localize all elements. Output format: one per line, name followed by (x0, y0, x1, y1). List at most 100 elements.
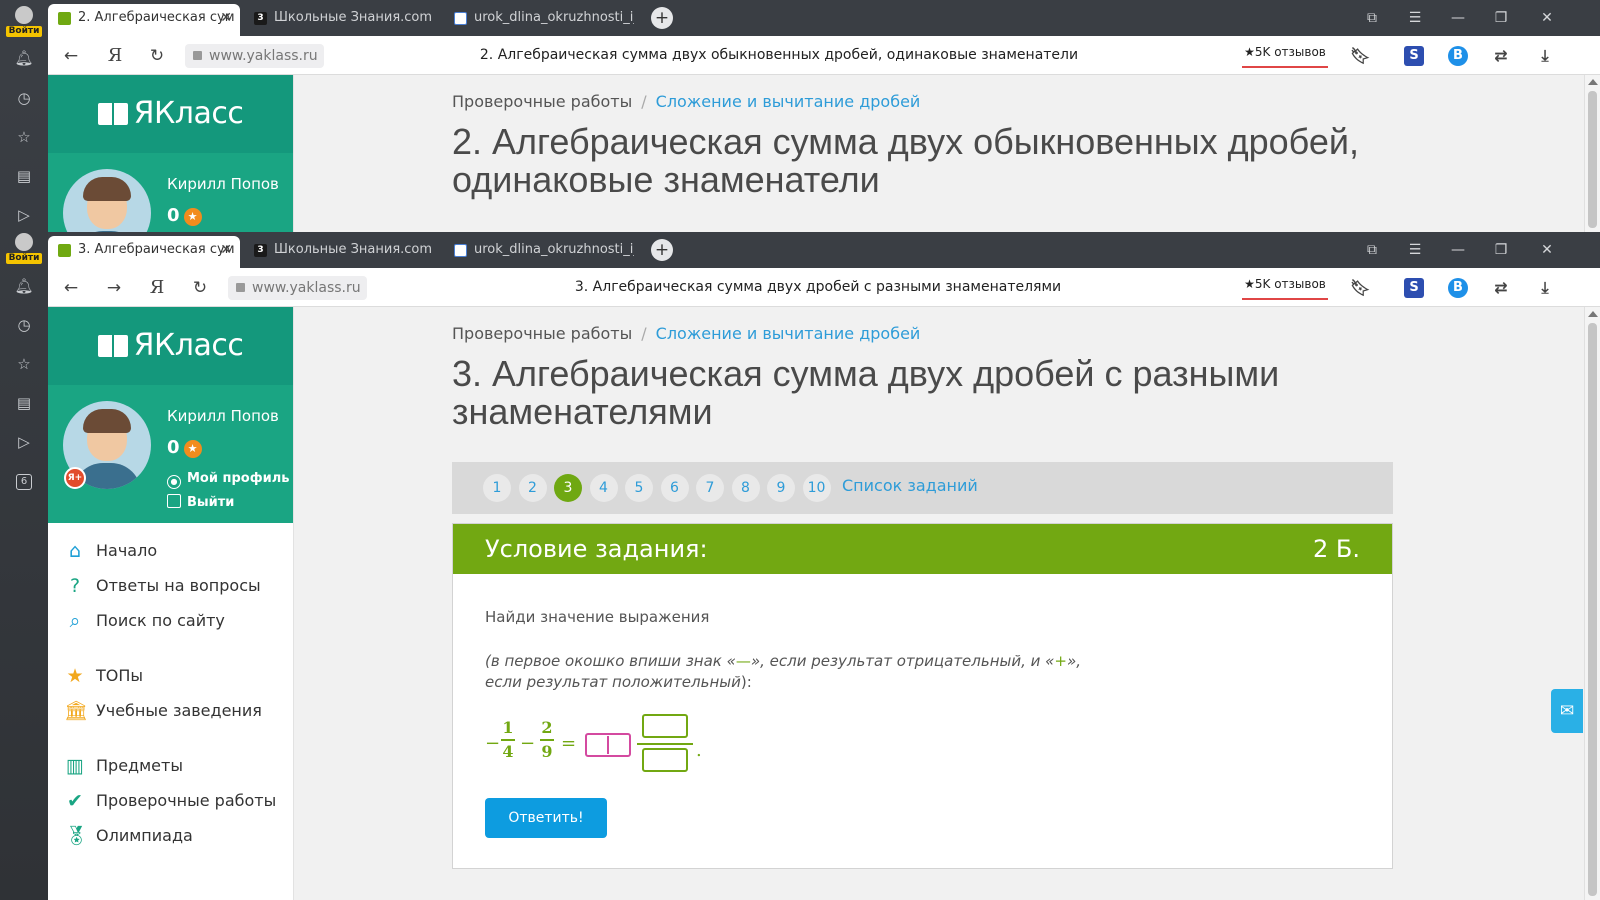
tab-document[interactable]: urok_dlina_okruzhnosti_i_p (444, 4, 634, 36)
star-icon[interactable]: ☆ (14, 354, 34, 374)
sidebar-item-1[interactable]: ⌂ Начало (48, 533, 294, 568)
site-logo[interactable]: ЯКласс (48, 75, 293, 153)
user-login-button-1[interactable]: Войти (6, 4, 42, 44)
user-login-button-2[interactable]: Войти (6, 231, 42, 271)
restore-icon[interactable]: ❐ (1486, 232, 1516, 268)
user-name[interactable]: Кирилл Попов (167, 407, 279, 425)
numerator-input[interactable] (642, 714, 688, 738)
close-window-icon[interactable]: ✕ (1532, 232, 1562, 268)
sidebar-item-7[interactable]: ✔ Проверочные работы (48, 783, 294, 818)
new-tab-button[interactable]: + (651, 239, 673, 261)
breadcrumb-root[interactable]: Проверочные работы (452, 324, 632, 343)
sidebar-item-5[interactable]: 🏛︎ Учебные заведения (48, 693, 294, 728)
play-icon[interactable]: ▷ (14, 432, 34, 452)
scroll-thumb[interactable] (1588, 91, 1597, 228)
bell-icon[interactable]: 🔔︎ (14, 276, 34, 296)
sidebar-item-3[interactable]: ⌕ Поиск по сайту (48, 603, 294, 638)
breadcrumb-section[interactable]: Сложение и вычитание дробей (656, 92, 921, 111)
page-8-button[interactable]: 8 (731, 474, 760, 502)
download-icon[interactable]: ⤓ (1535, 46, 1555, 66)
logout-link[interactable]: Выйти (167, 494, 234, 510)
ext-b-icon[interactable]: B (1448, 46, 1468, 66)
reload-icon[interactable]: ↻ (188, 276, 212, 300)
page-2-button[interactable]: 2 (518, 474, 547, 502)
task-list-link[interactable]: Список заданий (842, 476, 978, 495)
counter-icon[interactable]: 6 (16, 474, 32, 490)
sidebar-item-6[interactable]: ▥ Предметы (48, 748, 294, 783)
close-window-icon[interactable]: ✕ (1532, 0, 1562, 36)
url-text: www.yaklass.ru (252, 280, 361, 296)
tab-active[interactable]: 2. Алгебраическая сум ✕ (48, 4, 240, 36)
restore-icon[interactable]: ❐ (1486, 0, 1516, 36)
scrollbar[interactable] (1584, 307, 1600, 900)
bell-icon[interactable]: 🔔︎ (14, 48, 34, 68)
yandex-icon[interactable]: Я (145, 276, 169, 300)
sidebar-item-8[interactable]: 🏅︎ Олимпиада (48, 818, 294, 853)
url-field[interactable]: www.yaklass.ru (185, 44, 324, 68)
history-icon[interactable]: ◷ (14, 88, 34, 108)
menu-icon[interactable]: ☰ (1400, 232, 1430, 268)
yandex-icon[interactable]: Я (103, 44, 127, 68)
scroll-thumb[interactable] (1588, 323, 1597, 896)
translate-icon[interactable]: ⇄ (1491, 46, 1511, 66)
history-icon[interactable]: ◷ (14, 315, 34, 335)
denominator-input[interactable] (642, 748, 688, 772)
reviews-badge[interactable]: ★5K отзывов (1242, 42, 1328, 68)
back-icon[interactable]: ← (59, 44, 83, 68)
download-icon[interactable]: ⤓ (1535, 278, 1555, 298)
reviews-badge[interactable]: ★5K отзывов (1242, 274, 1328, 300)
new-tab-button[interactable]: + (651, 7, 673, 29)
fraction-2-numerator: 2 (541, 718, 553, 737)
notes-icon[interactable]: ▤ (14, 393, 34, 413)
page-6-button[interactable]: 6 (660, 474, 689, 502)
ext-b-icon[interactable]: B (1448, 278, 1468, 298)
premium-badge[interactable]: Я+ (64, 467, 86, 489)
minimize-icon[interactable]: — (1443, 232, 1473, 268)
page-4-button[interactable]: 4 (589, 474, 618, 502)
sidebar-item-4[interactable]: ★ ТОПы (48, 658, 294, 693)
page-3-button[interactable]: 3 (554, 474, 582, 502)
my-profile-link[interactable]: ● Мой профиль (167, 471, 289, 489)
notes-icon[interactable]: ▤ (14, 166, 34, 186)
address-bar: ← → Я ↻ www.yaklass.ru 3. Алгебраическая… (48, 268, 1600, 307)
ext-s-icon[interactable]: S (1404, 278, 1424, 298)
avatar[interactable] (63, 169, 151, 232)
reload-icon[interactable]: ↻ (145, 44, 169, 68)
close-tab-icon[interactable]: ✕ (220, 4, 232, 32)
user-name[interactable]: Кирилл Попов (167, 175, 279, 193)
url-field[interactable]: www.yaklass.ru (228, 276, 367, 300)
submit-answer-button[interactable]: Ответить! (485, 798, 607, 838)
scroll-up-icon[interactable] (1588, 311, 1598, 317)
page-9-button[interactable]: 9 (767, 474, 795, 502)
bookmarks-panel-icon[interactable]: ⧉ (1357, 0, 1387, 36)
bookmark-icon[interactable]: 🔖︎ (1350, 46, 1370, 66)
site-logo[interactable]: ЯКласс (48, 307, 293, 385)
feedback-mail-icon[interactable]: ✉ (1551, 689, 1583, 733)
tab-document[interactable]: urok_dlina_okruzhnosti_i_p (444, 236, 634, 268)
breadcrumb-root[interactable]: Проверочные работы (452, 92, 632, 111)
bookmark-icon[interactable]: 🔖︎ (1350, 278, 1370, 298)
page-1-button[interactable]: 1 (483, 474, 511, 502)
tab-znaniya[interactable]: 3 Школьные Знания.com - I (244, 4, 434, 36)
back-icon[interactable]: ← (59, 276, 83, 300)
breadcrumb-section[interactable]: Сложение и вычитание дробей (656, 324, 921, 343)
close-tab-icon[interactable]: ✕ (220, 236, 232, 264)
page-7-button[interactable]: 7 (696, 474, 724, 502)
bookmarks-panel-icon[interactable]: ⧉ (1357, 232, 1387, 268)
book-logo-icon (97, 335, 128, 357)
sign-input[interactable] (585, 733, 631, 757)
page-10-button[interactable]: 10 (802, 474, 831, 502)
scroll-up-icon[interactable] (1588, 79, 1598, 85)
translate-icon[interactable]: ⇄ (1491, 278, 1511, 298)
play-icon[interactable]: ▷ (14, 205, 34, 225)
star-icon[interactable]: ☆ (14, 127, 34, 147)
sidebar-item-2[interactable]: ? Ответы на вопросы (48, 568, 294, 603)
forward-icon[interactable]: → (102, 276, 126, 300)
ext-s-icon[interactable]: S (1404, 46, 1424, 66)
tab-active[interactable]: 3. Алгебраическая сум ✕ (48, 236, 240, 268)
page-5-button[interactable]: 5 (625, 474, 653, 502)
tab-znaniya[interactable]: 3 Школьные Знания.com - I (244, 236, 434, 268)
minimize-icon[interactable]: — (1443, 0, 1473, 36)
scrollbar[interactable] (1584, 75, 1600, 232)
menu-icon[interactable]: ☰ (1400, 0, 1430, 36)
